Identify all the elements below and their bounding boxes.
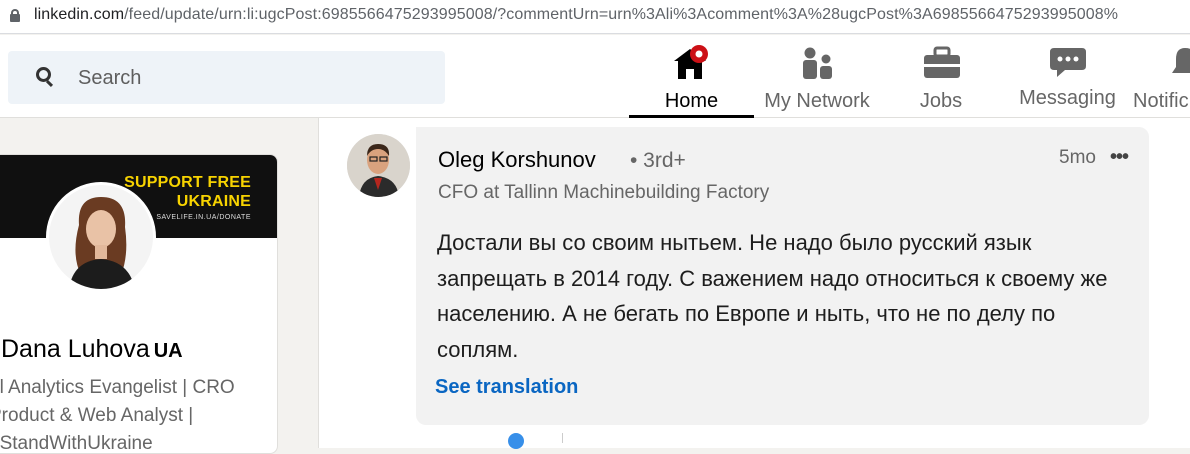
- global-nav: Search Home My Network Jobs Messaging No…: [0, 35, 1190, 118]
- action-divider: [562, 433, 563, 443]
- profile-photo: [49, 185, 153, 289]
- url-path: /feed/update/urn:li:ugcPost:698556647529…: [124, 6, 1119, 23]
- lock-icon: [10, 9, 20, 22]
- nav-messaging[interactable]: Messaging: [1010, 35, 1125, 118]
- comment-text: Достали вы со своим нытьем. Не надо было…: [437, 230, 1108, 362]
- browser-address-bar[interactable]: linkedin.com/feed/update/urn:li:ugcPost:…: [0, 0, 1190, 34]
- profile-card[interactable]: SUPPORT FREE UKRAINE SAVELIFE.IN.UA/DONA…: [0, 154, 278, 454]
- see-translation-link[interactable]: See translation: [435, 376, 578, 399]
- commenter-headline: CFO at Tallinn Machinebuilding Factory: [438, 182, 770, 203]
- search-placeholder: Search: [78, 67, 142, 89]
- profile-name-badge: UA: [153, 340, 183, 362]
- commenter-name[interactable]: Oleg Korshunov: [438, 147, 596, 173]
- more-options-icon[interactable]: •••: [1110, 146, 1129, 169]
- commenter-photo: [347, 134, 410, 197]
- bell-icon: [1172, 48, 1190, 73]
- banner-text-line1: SUPPORT FREE: [124, 174, 251, 191]
- nav-home[interactable]: Home: [629, 35, 754, 118]
- search-input[interactable]: Search: [8, 51, 445, 104]
- nav-home-label: Home: [664, 90, 719, 112]
- connection-degree: • 3rd+: [630, 149, 686, 172]
- nav-messaging-label: Messaging: [1019, 87, 1116, 109]
- url-host: linkedin.com: [34, 6, 125, 23]
- url-text[interactable]: linkedin.com/feed/update/urn:li:ugcPost:…: [34, 6, 1118, 24]
- banner-text-line3: SAVELIFE.IN.UA/DONATE: [156, 214, 251, 221]
- nav-jobs-label: Jobs: [919, 90, 963, 112]
- profile-avatar[interactable]: [46, 182, 156, 292]
- chat-bubble-icon: [1050, 48, 1086, 77]
- nav-my-network-label: My Network: [764, 90, 870, 112]
- commenter-avatar[interactable]: [347, 134, 410, 197]
- profile-headline-line2: Product & Web Analyst |: [0, 405, 194, 426]
- nav-notifications[interactable]: Notific: [1130, 35, 1190, 118]
- reaction-icon[interactable]: [508, 433, 524, 449]
- home-icon: [674, 45, 708, 79]
- search-icon: [36, 67, 54, 88]
- nav-notifications-label: Notific: [1133, 90, 1189, 112]
- briefcase-icon: [924, 46, 960, 78]
- nav-my-network[interactable]: My Network: [757, 35, 877, 118]
- comment-timestamp: 5mo: [1059, 147, 1096, 168]
- banner-text-line2: UKRAINE: [176, 193, 251, 210]
- profile-name-text: Dana Luhova: [1, 335, 150, 363]
- people-icon: [803, 47, 832, 79]
- profile-headline-line1: al Analytics Evangelist | CRO: [0, 377, 235, 398]
- profile-headline-line3: #StandWithUkraine: [0, 433, 153, 454]
- profile-name[interactable]: Dana Luhova UA: [1, 335, 183, 364]
- nav-jobs[interactable]: Jobs: [905, 35, 977, 118]
